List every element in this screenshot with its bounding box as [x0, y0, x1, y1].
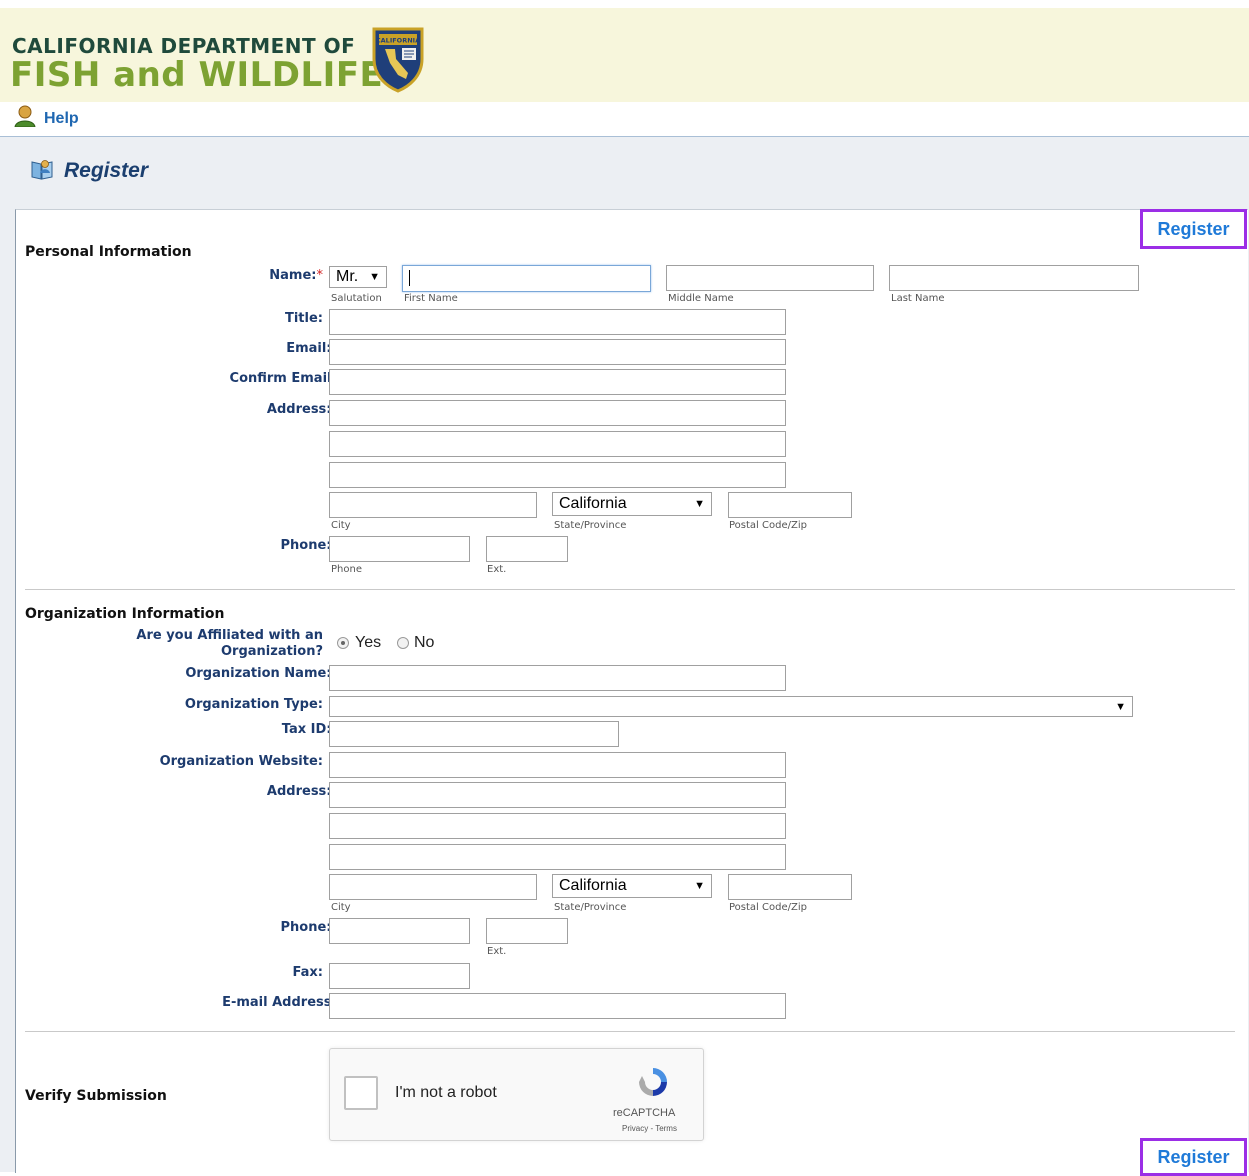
- required-marker: *: [316, 268, 324, 283]
- email-input[interactable]: [329, 339, 786, 365]
- org-type-select[interactable]: ▼: [329, 696, 1133, 717]
- org-email-label: E-mail Address*: [222, 995, 338, 1010]
- org-address-line3-input[interactable]: [329, 844, 786, 870]
- org-phone-input[interactable]: [329, 918, 470, 944]
- section-divider: [25, 1031, 1235, 1032]
- state-value: California: [559, 495, 627, 512]
- address-line2-input[interactable]: [329, 431, 786, 457]
- org-name-input[interactable]: [329, 665, 786, 691]
- postal-code-caption: Postal Code/Zip: [729, 520, 807, 531]
- fax-label: Fax:: [292, 965, 323, 980]
- help-person-icon: [14, 105, 38, 132]
- state-select[interactable]: California ▼: [552, 492, 712, 516]
- recaptcha-widget: I'm not a robot reCAPTCHA Privacy - Term…: [329, 1048, 704, 1141]
- recaptcha-label: I'm not a robot: [395, 1084, 497, 1101]
- tax-id-input[interactable]: [329, 721, 619, 747]
- org-type-label: Organization Type:: [184, 697, 323, 712]
- cdfw-badge-icon: CALIFORNIA: [370, 25, 426, 97]
- org-address-label: Address:*: [267, 784, 338, 799]
- recaptcha-privacy-terms-links[interactable]: Privacy - Terms: [622, 1124, 677, 1133]
- section-divider: [25, 589, 1235, 590]
- verify-submission-heading: Verify Submission: [25, 1088, 167, 1104]
- org-state-value: California: [559, 877, 627, 894]
- phone-ext-input[interactable]: [486, 536, 568, 562]
- org-city-caption: City: [331, 902, 351, 913]
- recaptcha-logo-icon: [635, 1064, 671, 1104]
- city-caption: City: [331, 520, 351, 531]
- city-input[interactable]: [329, 492, 537, 518]
- badge-text: CALIFORNIA: [376, 37, 420, 45]
- recaptcha-brand: reCAPTCHA: [613, 1107, 676, 1119]
- fax-input[interactable]: [329, 963, 470, 989]
- address-line3-input[interactable]: [329, 462, 786, 488]
- salutation-select[interactable]: Mr. ▼: [329, 266, 387, 288]
- phone-input[interactable]: [329, 536, 470, 562]
- org-state-caption: State/Province: [554, 902, 627, 913]
- org-city-input[interactable]: [329, 874, 537, 900]
- org-state-select[interactable]: California ▼: [552, 874, 712, 898]
- postal-code-input[interactable]: [728, 492, 852, 518]
- salutation-value: Mr.: [336, 268, 359, 285]
- org-ext-caption: Ext.: [487, 946, 507, 957]
- logo-text-line2: FISH and WILDLIFE: [10, 55, 384, 95]
- first-name-input[interactable]: [402, 265, 651, 292]
- help-link[interactable]: Help: [14, 105, 79, 132]
- register-book-icon: [30, 158, 54, 184]
- register-button-bottom[interactable]: Register: [1140, 1138, 1247, 1176]
- first-name-caption: First Name: [404, 293, 458, 304]
- register-button-top[interactable]: Register: [1140, 209, 1247, 249]
- middle-name-caption: Middle Name: [668, 293, 734, 304]
- page-title: Register: [64, 159, 149, 182]
- ext-caption: Ext.: [487, 564, 507, 575]
- help-label: Help: [44, 109, 79, 127]
- affiliated-no-radio[interactable]: [397, 637, 409, 649]
- state-caption: State/Province: [554, 520, 627, 531]
- last-name-input[interactable]: [889, 265, 1139, 291]
- phone-caption: Phone: [331, 564, 362, 575]
- org-website-label: Organization Website:: [159, 754, 323, 769]
- affiliated-no-label: No: [414, 634, 435, 651]
- affiliated-yes-label: Yes: [355, 634, 382, 651]
- recaptcha-checkbox[interactable]: [344, 1076, 378, 1110]
- org-phone-ext-input[interactable]: [486, 918, 568, 944]
- page-heading: Register: [30, 158, 148, 184]
- title-label: Title:: [284, 311, 323, 326]
- dropdown-arrow-icon: ▼: [694, 498, 705, 510]
- org-website-input[interactable]: [329, 752, 786, 778]
- organization-info-heading: Organization Information: [25, 606, 225, 622]
- dropdown-arrow-icon: ▼: [369, 271, 380, 283]
- dropdown-arrow-icon: ▼: [694, 880, 705, 892]
- affiliated-yes-radio[interactable]: [337, 637, 349, 649]
- salutation-caption: Salutation: [331, 293, 382, 304]
- last-name-caption: Last Name: [891, 293, 945, 304]
- affiliated-question-label: Are you Affiliated with an Organization?: [136, 628, 323, 659]
- confirm-email-label: Confirm Email*: [230, 371, 338, 386]
- org-address-line1-input[interactable]: [329, 782, 786, 808]
- org-name-label: Organization Name:*: [185, 666, 338, 681]
- name-label: Name:*: [269, 268, 323, 283]
- org-postal-code-caption: Postal Code/Zip: [729, 902, 807, 913]
- registration-form-panel: Register Personal Information Name:* Mr.…: [15, 209, 1248, 1176]
- dropdown-arrow-icon: ▼: [1115, 700, 1126, 713]
- address-label: Address:*: [267, 402, 338, 417]
- address-line1-input[interactable]: [329, 400, 786, 426]
- confirm-email-input[interactable]: [329, 369, 786, 395]
- org-email-input[interactable]: [329, 993, 786, 1019]
- title-input[interactable]: [329, 309, 786, 335]
- personal-info-heading: Personal Information: [25, 244, 192, 260]
- text-caret: [409, 270, 410, 286]
- org-address-line2-input[interactable]: [329, 813, 786, 839]
- middle-name-input[interactable]: [666, 265, 874, 291]
- org-postal-code-input[interactable]: [728, 874, 852, 900]
